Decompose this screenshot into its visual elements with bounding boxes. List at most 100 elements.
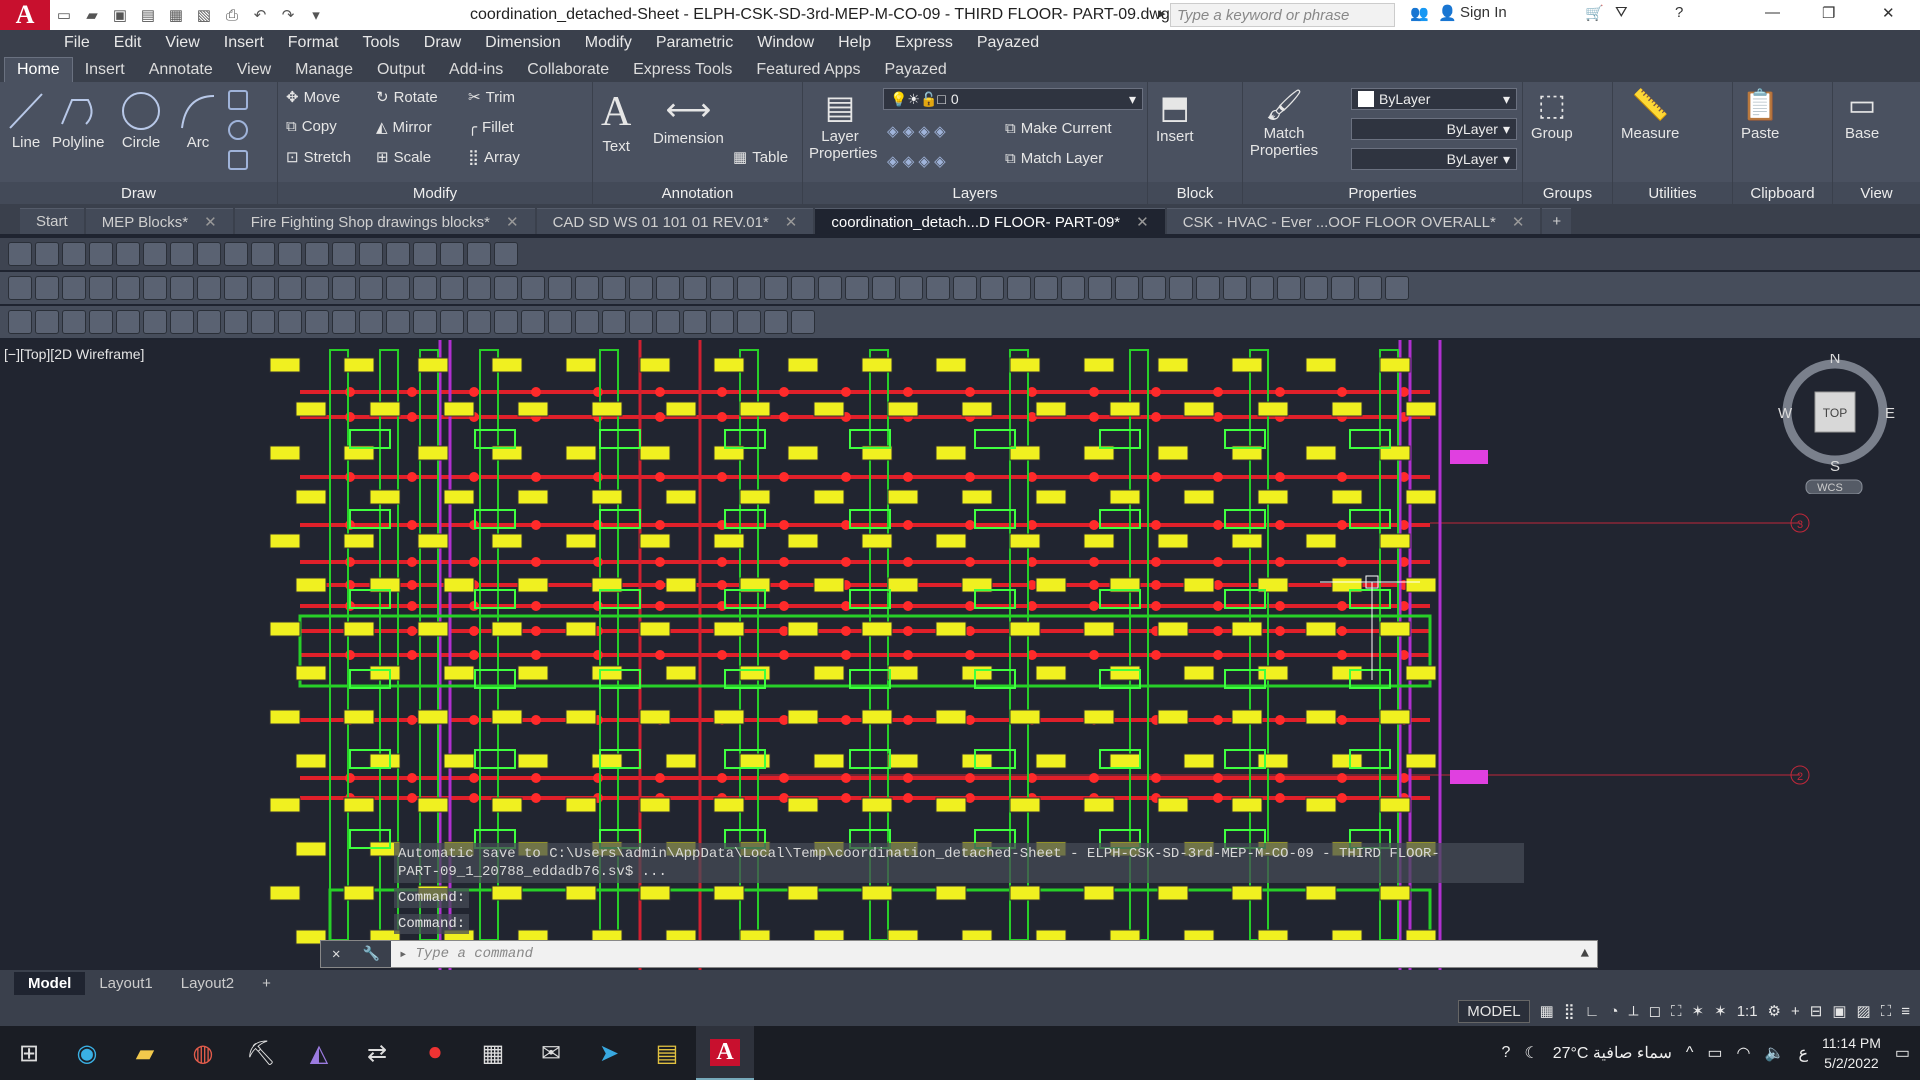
menu-payazed[interactable]: Payazed (977, 34, 1039, 52)
mep-tool-icon[interactable] (764, 276, 788, 300)
mep-tool-icon[interactable] (683, 276, 707, 300)
mep-tool-icon[interactable] (332, 276, 356, 300)
block-tool-icon[interactable] (143, 310, 167, 334)
sign-in-button[interactable]: Sign In (1460, 4, 1507, 21)
layer-properties-button[interactable]: ▤ Layer Properties (809, 88, 877, 162)
mep-tool-icon[interactable] (197, 276, 221, 300)
clipboard-panel-label[interactable]: Clipboard (1733, 182, 1832, 204)
mep-tool-icon[interactable] (224, 276, 248, 300)
match-layer-button[interactable]: ⧉ Match Layer (1005, 150, 1103, 167)
menu-dimension[interactable]: Dimension (485, 34, 561, 52)
units-icon[interactable]: ⊟ (1810, 1002, 1823, 1020)
restore-button[interactable]: ❐ (1822, 4, 1835, 22)
doc-tab-cad-sd-ws[interactable]: CAD SD WS 01 101 01 REV.01* ✕ (536, 208, 814, 234)
mep-tool-icon[interactable] (1223, 276, 1247, 300)
mep-tool-icon[interactable] (575, 276, 599, 300)
mep-tool-icon[interactable] (251, 276, 275, 300)
mep-tool-icon[interactable] (1250, 276, 1274, 300)
hvac-tool-icon[interactable] (62, 242, 86, 266)
layer-dropdown[interactable]: 💡☀🔓□ 0 ▾ (883, 88, 1143, 110)
viewcube[interactable]: TOP N S E W WCS (1778, 354, 1898, 494)
chrome-icon[interactable]: ◍ (174, 1026, 232, 1080)
color-dropdown[interactable]: ByLayer ▾ (1351, 88, 1517, 110)
trim-button[interactable]: ✂ Trim (468, 88, 515, 107)
mep-tool-icon[interactable] (629, 276, 653, 300)
menu-tools[interactable]: Tools (362, 34, 399, 52)
mirror-button[interactable]: ◭ Mirror (376, 118, 432, 137)
mep-tool-icon[interactable] (89, 276, 113, 300)
arc-button[interactable]: Arc (178, 90, 218, 151)
viewport-controls[interactable]: [−][Top][2D Wireframe] (4, 346, 144, 362)
mail-icon[interactable]: ✉ (522, 1026, 580, 1080)
hvac-tool-icon[interactable] (494, 242, 518, 266)
hvac-tool-icon[interactable] (8, 242, 32, 266)
speaker-icon[interactable]: 🔈 (1765, 1043, 1785, 1063)
mep-tool-icon[interactable] (980, 276, 1004, 300)
layers-panel-label[interactable]: Layers (803, 182, 1147, 204)
file-explorer-icon[interactable]: ▰ (116, 1026, 174, 1080)
copy-button[interactable]: ⧉ Copy (286, 118, 337, 135)
mep-tool-icon[interactable] (710, 276, 734, 300)
mep-tool-icon[interactable] (926, 276, 950, 300)
layout-tab-layout2[interactable]: Layout2 (167, 972, 248, 995)
help-icon[interactable]: ? (1675, 4, 1683, 21)
mep-tool-icon[interactable] (1061, 276, 1085, 300)
block-tool-icon[interactable] (575, 310, 599, 334)
match-properties-button[interactable]: 🖌 Match Properties (1249, 88, 1319, 159)
save-as-icon[interactable]: ▤ (136, 4, 160, 26)
menu-modify[interactable]: Modify (585, 34, 632, 52)
hvac-tool-icon[interactable] (332, 242, 356, 266)
mep-tool-icon[interactable] (1358, 276, 1382, 300)
tab-output[interactable]: Output (365, 58, 437, 82)
language-indicator[interactable]: ع (1798, 1043, 1808, 1063)
mep-tool-icon[interactable] (494, 276, 518, 300)
layout-tab-model[interactable]: Model (14, 971, 86, 995)
close-icon[interactable]: ✕ (1512, 214, 1525, 231)
view-panel-label[interactable]: View (1833, 182, 1920, 204)
tab-manage[interactable]: Manage (283, 58, 365, 82)
doc-tab-coordination[interactable]: coordination_detach...D FLOOR- PART-09* ✕ (815, 208, 1165, 234)
hvac-tool-icon[interactable] (89, 242, 113, 266)
block-tool-icon[interactable] (116, 310, 140, 334)
block-tool-icon[interactable] (278, 310, 302, 334)
mep-tool-icon[interactable] (818, 276, 842, 300)
make-current-button[interactable]: ⧉ Make Current (1005, 120, 1112, 137)
mep-tool-icon[interactable] (872, 276, 896, 300)
gradient-icon[interactable] (228, 150, 248, 170)
block-tool-icon[interactable] (35, 310, 59, 334)
hvac-tool-icon[interactable] (224, 242, 248, 266)
a360-icon[interactable]: ⛛ (1615, 4, 1628, 21)
mep-tool-icon[interactable] (1169, 276, 1193, 300)
mep-tool-icon[interactable] (1088, 276, 1112, 300)
hvac-tool-icon[interactable] (116, 242, 140, 266)
app-icon-2[interactable]: ◭ (290, 1026, 348, 1080)
plot-icon[interactable]: ⎙ (220, 4, 244, 26)
start-button[interactable]: ⊞ (0, 1026, 58, 1080)
layer-tools-icons-2[interactable]: ◈ ◈ ◈ ◈ (887, 152, 946, 170)
scale-button[interactable]: ⊞ Scale (376, 148, 431, 167)
grid-icon[interactable]: ▦ (1540, 1002, 1554, 1020)
new-icon[interactable]: ▭ (52, 4, 76, 26)
mep-tool-icon[interactable] (1331, 276, 1355, 300)
hvac-tool-icon[interactable] (143, 242, 167, 266)
tab-express-tools[interactable]: Express Tools (621, 58, 744, 82)
doc-tab-start[interactable]: Start (20, 208, 84, 234)
wcs-menu[interactable]: WCS (1817, 482, 1843, 494)
polar-icon[interactable]: ◔ (1609, 1003, 1618, 1020)
mep-tool-icon[interactable] (386, 276, 410, 300)
mep-tool-icon[interactable] (791, 276, 815, 300)
search-input[interactable]: Type a keyword or phrase (1170, 3, 1395, 27)
annotation-visibility-icon[interactable]: ✶ (1692, 1002, 1705, 1020)
tab-view[interactable]: View (225, 58, 283, 82)
block-tool-icon[interactable] (89, 310, 113, 334)
mep-tool-icon[interactable] (899, 276, 923, 300)
binoculars-icon[interactable]: 👥 (1410, 4, 1429, 22)
snap-icon[interactable]: ⣿ (1564, 1002, 1575, 1020)
close-icon[interactable]: ✕ (506, 214, 519, 231)
circle-button[interactable]: Circle (120, 90, 162, 151)
doc-tab-fire-fighting[interactable]: Fire Fighting Shop drawings blocks* ✕ (234, 208, 535, 234)
hvac-tool-icon[interactable] (278, 242, 302, 266)
polyline-button[interactable]: Polyline (52, 90, 105, 151)
share-icon[interactable]: ▧ (192, 4, 216, 26)
layer-tools-icons[interactable]: ◈ ◈ ◈ ◈ (887, 122, 946, 140)
